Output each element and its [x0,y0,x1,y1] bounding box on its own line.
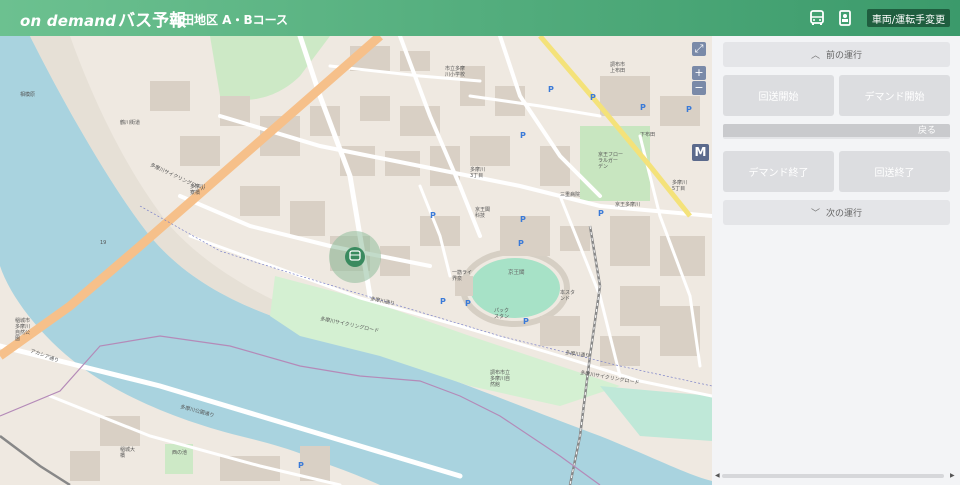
map-label-shimo: 下布田 [640,131,655,138]
map-label-tamagawa: 多摩川 3丁目 [470,166,485,179]
parking-marker: P [518,239,524,248]
next-run-label: 次の運行 [826,209,863,219]
operation-panel: ︿ 前の運行 回送開始 デマンド開始 戻る デマンド終了 回送終了 ﹀ 次の運行 [712,36,960,485]
map-canvas[interactable]: 京王閣 市立多摩川小学校 鶴川街道 多摩川 3丁目 京王フローラルガーデン 多摩川… [0,36,712,485]
map-label-keio-tamagawa: 京王多摩川 [615,201,640,208]
map-label-tama: 多摩川 5丁目 [672,179,687,192]
parking-marker: P [430,211,436,220]
parking-marker: P [440,297,446,306]
driver-card-icon[interactable] [836,9,854,27]
start-pickup-button[interactable]: 回送開始 [723,75,834,116]
scroll-right-icon[interactable]: ▶ [950,472,955,479]
map-layer-button[interactable]: M [692,144,709,161]
map-label-chofu: 調布市上布田 [610,61,625,74]
parking-marker: P [465,299,471,308]
chevron-up-icon: ︿ [810,51,820,61]
map-view[interactable]: 京王閣 市立多摩川小学校 鶴川街道 多摩川 3丁目 京王フローラルガーデン 多摩川… [0,36,712,485]
parking-marker: P [523,317,529,326]
bus-icon[interactable] [808,9,826,27]
end-pickup-button[interactable]: 回送終了 [839,151,950,192]
map-label-keio-kaku: 京王閣科技 [475,206,490,219]
scroll-left-icon[interactable]: ◀ [715,472,720,479]
prev-run-button[interactable]: ︿ 前の運行 [723,42,950,67]
end-demand-button[interactable]: デマンド終了 [723,151,834,192]
app-header: on demand バス予報 山田地区 A・Bコース 車両/運転手変更 [0,0,960,36]
map-label-sagami: 相模原 [20,91,35,98]
zoom-out-button[interactable]: − [692,81,706,95]
parking-marker: P [298,461,304,470]
parking-marker: P [598,209,604,218]
route-title: 山田地区 A・Bコース [170,13,289,27]
app-logo: on demand バス予報 [20,6,186,31]
map-label-stadium: 京王閣 [508,268,525,276]
parking-marker: P [520,215,526,224]
next-run-button[interactable]: ﹀ 次の運行 [723,200,950,225]
bus-location-marker[interactable] [345,247,365,267]
map-label-hospital: 三重病院 [560,191,580,198]
fullscreen-button[interactable]: ⤢ [692,42,706,56]
logo-latin: on demand [20,12,117,30]
parking-marker: P [640,103,646,112]
map-label-park-stand: パックスタン [494,308,509,320]
scroll-track[interactable] [722,474,944,478]
parking-marker: P [548,85,554,94]
panel-scrollbar[interactable]: ◀ ▶ [712,472,960,480]
start-demand-button[interactable]: デマンド開始 [839,75,950,116]
back-button[interactable]: 戻る [723,124,950,139]
map-label-nishiike: 西の池 [172,449,187,456]
map-label-koshu: 鶴川街道 [120,119,140,126]
prev-run-label: 前の運行 [826,51,863,61]
parking-marker: P [520,131,526,140]
change-vehicle-driver-button[interactable]: 車両/運転手変更 [867,9,950,27]
parking-marker: P [590,93,596,102]
zoom-in-button[interactable]: + [692,66,706,80]
map-label-main-stand: 本スタンド [560,289,575,302]
chevron-down-icon: ﹀ [810,209,820,219]
parking-marker: P [686,105,692,114]
map-label-school: 市立多摩川小学校 [445,65,465,78]
map-label-route19: 19 [100,240,106,246]
